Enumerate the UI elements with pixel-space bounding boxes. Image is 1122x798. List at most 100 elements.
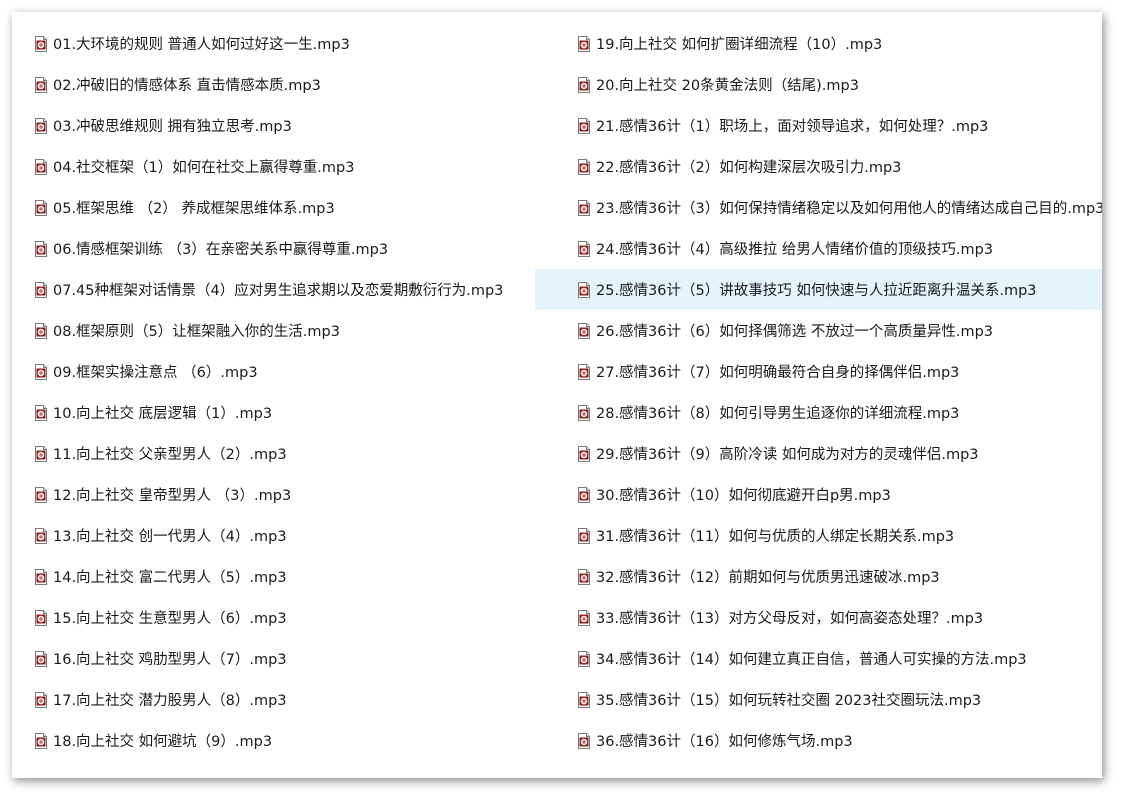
audio-file-icon: [577, 445, 591, 462]
file-name: 31.感情36计（11）如何与优质的人绑定长期关系.mp3: [596, 529, 955, 545]
file-name: 19.向上社交 如何扩圈详细流程（10）.mp3: [596, 37, 883, 53]
file-name: 01.大环境的规则 普通人如何过好这一生.mp3: [53, 37, 350, 53]
audio-file-icon: [34, 35, 48, 52]
file-name: 10.向上社交 底层逻辑（1）.mp3: [53, 406, 273, 422]
file-item[interactable]: 01.大环境的规则 普通人如何过好这一生.mp3: [12, 23, 534, 64]
file-item[interactable]: 06.情感框架训练 （3）在亲密关系中赢得尊重.mp3: [12, 228, 534, 269]
file-item[interactable]: 20.向上社交 20条黄金法则（结尾).mp3: [535, 64, 1102, 105]
audio-file-icon: [577, 158, 591, 175]
file-item[interactable]: 17.向上社交 潜力股男人（8）.mp3: [12, 679, 534, 720]
file-name: 07.45种框架对话情景（4）应对男生追求期以及恋爱期敷衍行为.mp3: [53, 283, 504, 299]
file-name: 27.感情36计（7）如何明确最符合自身的择偶伴侣.mp3: [596, 365, 960, 381]
audio-file-icon: [34, 199, 48, 216]
file-name: 22.感情36计（2）如何构建深层次吸引力.mp3: [596, 160, 902, 176]
audio-file-icon: [577, 35, 591, 52]
audio-file-icon: [577, 240, 591, 257]
audio-file-icon: [34, 568, 48, 585]
file-item[interactable]: 28.感情36计（8）如何引导男生追逐你的详细流程.mp3: [535, 392, 1102, 433]
file-name: 16.向上社交 鸡肋型男人（7）.mp3: [53, 652, 287, 668]
file-name: 35.感情36计（15）如何玩转社交圈 2023社交圈玩法.mp3: [596, 693, 982, 709]
audio-file-icon: [34, 363, 48, 380]
audio-file-icon: [34, 158, 48, 175]
audio-file-icon: [34, 404, 48, 421]
file-name: 08.框架原则（5）让框架融入你的生活.mp3: [53, 324, 340, 340]
audio-file-icon: [577, 527, 591, 544]
file-name: 28.感情36计（8）如何引导男生追逐你的详细流程.mp3: [596, 406, 960, 422]
file-item[interactable]: 22.感情36计（2）如何构建深层次吸引力.mp3: [535, 146, 1102, 187]
audio-file-icon: [577, 609, 591, 626]
file-name: 14.向上社交 富二代男人（5）.mp3: [53, 570, 287, 586]
file-name: 13.向上社交 创一代男人（4）.mp3: [53, 529, 287, 545]
file-item[interactable]: 15.向上社交 生意型男人（6）.mp3: [12, 597, 534, 638]
file-item[interactable]: 23.感情36计（3）如何保持情绪稳定以及如何用他人的情绪达成自己目的.mp3: [535, 187, 1102, 228]
audio-file-icon: [34, 650, 48, 667]
file-name: 02.冲破旧的情感体系 直击情感本质.mp3: [53, 78, 321, 94]
file-item[interactable]: 02.冲破旧的情感体系 直击情感本质.mp3: [12, 64, 534, 105]
audio-file-icon: [577, 650, 591, 667]
file-item[interactable]: 36.感情36计（16）如何修炼气场.mp3: [535, 720, 1102, 761]
audio-file-icon: [577, 76, 591, 93]
audio-file-icon: [577, 691, 591, 708]
audio-file-icon: [34, 691, 48, 708]
file-item[interactable]: 13.向上社交 创一代男人（4）.mp3: [12, 515, 534, 556]
file-name: 20.向上社交 20条黄金法则（结尾).mp3: [596, 78, 859, 94]
audio-file-icon: [34, 240, 48, 257]
audio-file-icon: [577, 568, 591, 585]
file-item[interactable]: 07.45种框架对话情景（4）应对男生追求期以及恋爱期敷衍行为.mp3: [12, 269, 534, 310]
file-name: 29.感情36计（9）高阶冷读 如何成为对方的灵魂伴侣.mp3: [596, 447, 979, 463]
file-item[interactable]: 27.感情36计（7）如何明确最符合自身的择偶伴侣.mp3: [535, 351, 1102, 392]
file-name: 30.感情36计（10）如何彻底避开白p男.mp3: [596, 488, 891, 504]
file-item[interactable]: 08.框架原则（5）让框架融入你的生活.mp3: [12, 310, 534, 351]
file-name: 09.框架实操注意点 （6）.mp3: [53, 365, 258, 381]
audio-file-icon: [577, 363, 591, 380]
file-item[interactable]: 24.感情36计（4）高级推拉 给男人情绪价值的顶级技巧.mp3: [535, 228, 1102, 269]
file-name: 24.感情36计（4）高级推拉 给男人情绪价值的顶级技巧.mp3: [596, 242, 994, 258]
audio-file-icon: [34, 76, 48, 93]
file-item[interactable]: 16.向上社交 鸡肋型男人（7）.mp3: [12, 638, 534, 679]
file-item[interactable]: 09.框架实操注意点 （6）.mp3: [12, 351, 534, 392]
audio-file-icon: [577, 486, 591, 503]
audio-file-icon: [577, 322, 591, 339]
audio-file-icon: [577, 281, 591, 298]
file-item[interactable]: 18.向上社交 如何避坑（9）.mp3: [12, 720, 534, 761]
file-item[interactable]: 33.感情36计（13）对方父母反对，如何高姿态处理？.mp3: [535, 597, 1102, 638]
file-name: 32.感情36计（12）前期如何与优质男迅速破冰.mp3: [596, 570, 940, 586]
file-item[interactable]: 25.感情36计（5）讲故事技巧 如何快速与人拉近距离升温关系.mp3: [535, 269, 1102, 310]
file-item[interactable]: 31.感情36计（11）如何与优质的人绑定长期关系.mp3: [535, 515, 1102, 556]
file-column-left: 01.大环境的规则 普通人如何过好这一生.mp3 02.冲破旧的情感体系 直击情感…: [12, 23, 534, 761]
file-name: 15.向上社交 生意型男人（6）.mp3: [53, 611, 287, 627]
file-name: 17.向上社交 潜力股男人（8）.mp3: [53, 693, 287, 709]
file-item[interactable]: 21.感情36计（1）职场上，面对领导追求，如何处理？.mp3: [535, 105, 1102, 146]
audio-file-icon: [34, 527, 48, 544]
file-item[interactable]: 32.感情36计（12）前期如何与优质男迅速破冰.mp3: [535, 556, 1102, 597]
file-name: 06.情感框架训练 （3）在亲密关系中赢得尊重.mp3: [53, 242, 389, 258]
file-item[interactable]: 29.感情36计（9）高阶冷读 如何成为对方的灵魂伴侣.mp3: [535, 433, 1102, 474]
file-item[interactable]: 14.向上社交 富二代男人（5）.mp3: [12, 556, 534, 597]
file-name: 03.冲破思维规则 拥有独立思考.mp3: [53, 119, 292, 135]
file-column-right: 19.向上社交 如何扩圈详细流程（10）.mp3 20.向上社交 20条黄金法则（…: [535, 23, 1102, 761]
audio-file-icon: [577, 117, 591, 134]
file-item[interactable]: 11.向上社交 父亲型男人（2）.mp3: [12, 433, 534, 474]
file-name: 26.感情36计（6）如何择偶筛选 不放过一个高质量异性.mp3: [596, 324, 994, 340]
audio-file-icon: [577, 199, 591, 216]
file-item[interactable]: 30.感情36计（10）如何彻底避开白p男.mp3: [535, 474, 1102, 515]
file-name: 33.感情36计（13）对方父母反对，如何高姿态处理？.mp3: [596, 611, 984, 627]
audio-file-icon: [577, 732, 591, 749]
file-item[interactable]: 19.向上社交 如何扩圈详细流程（10）.mp3: [535, 23, 1102, 64]
file-item[interactable]: 26.感情36计（6）如何择偶筛选 不放过一个高质量异性.mp3: [535, 310, 1102, 351]
file-item[interactable]: 05.框架思维 （2） 养成框架思维体系.mp3: [12, 187, 534, 228]
audio-file-icon: [34, 609, 48, 626]
file-name: 21.感情36计（1）职场上，面对领导追求，如何处理？.mp3: [596, 119, 989, 135]
file-item[interactable]: 34.感情36计（14）如何建立真正自信，普通人可实操的方法.mp3: [535, 638, 1102, 679]
file-item[interactable]: 12.向上社交 皇帝型男人 （3）.mp3: [12, 474, 534, 515]
audio-file-icon: [34, 322, 48, 339]
file-name: 34.感情36计（14）如何建立真正自信，普通人可实操的方法.mp3: [596, 652, 1027, 668]
file-name: 12.向上社交 皇帝型男人 （3）.mp3: [53, 488, 292, 504]
file-name: 25.感情36计（5）讲故事技巧 如何快速与人拉近距离升温关系.mp3: [596, 283, 1037, 299]
file-name: 36.感情36计（16）如何修炼气场.mp3: [596, 734, 853, 750]
file-item[interactable]: 10.向上社交 底层逻辑（1）.mp3: [12, 392, 534, 433]
file-item[interactable]: 04.社交框架（1）如何在社交上赢得尊重.mp3: [12, 146, 534, 187]
file-item[interactable]: 35.感情36计（15）如何玩转社交圈 2023社交圈玩法.mp3: [535, 679, 1102, 720]
file-item[interactable]: 03.冲破思维规则 拥有独立思考.mp3: [12, 105, 534, 146]
audio-file-icon: [34, 486, 48, 503]
